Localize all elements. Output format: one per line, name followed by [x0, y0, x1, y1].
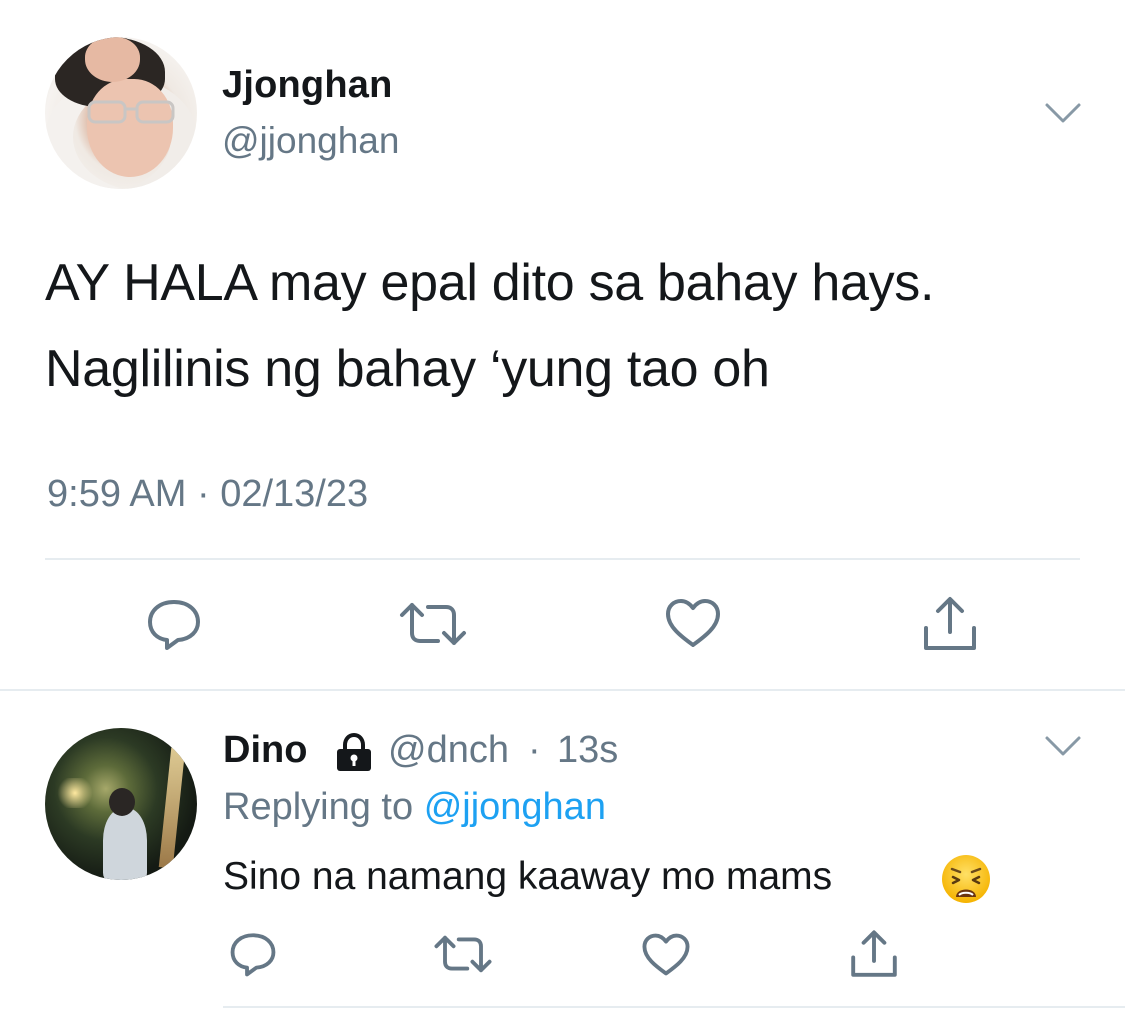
display-name[interactable]: Jjonghan [222, 64, 393, 107]
divider [223, 1006, 1125, 1008]
reply-icon[interactable] [145, 597, 203, 651]
tweet-time[interactable]: 13s [557, 729, 618, 772]
share-icon[interactable] [848, 928, 900, 980]
divider [0, 689, 1125, 691]
tweet-text-line: Naglilinis ng bahay ‘yung tao oh [45, 340, 770, 398]
separator-dot: · [528, 729, 541, 771]
replying-to-label: Replying to [223, 786, 414, 828]
user-handle[interactable]: @dnch [388, 729, 509, 772]
chevron-down-icon[interactable] [1043, 734, 1083, 758]
share-icon[interactable] [920, 594, 980, 654]
replying-to: Replying to @jjonghan [223, 786, 606, 829]
tweet-text: AY HALA may epal dito sa bahay hays. Nag… [45, 240, 1105, 412]
replying-to-link[interactable]: @jjonghan [424, 786, 606, 828]
tweet-text-line: AY HALA may epal dito sa bahay hays. [45, 254, 935, 312]
retweet-icon[interactable] [433, 934, 493, 974]
tweet-text: Sino na namang kaaway mo mams [223, 855, 833, 898]
reply-icon[interactable] [228, 931, 278, 977]
avatar[interactable] [45, 37, 197, 189]
user-handle[interactable]: @jjonghan [222, 120, 399, 162]
like-icon[interactable] [641, 932, 691, 977]
lock-icon [337, 733, 371, 771]
avatar[interactable] [45, 728, 197, 880]
chevron-down-icon[interactable] [1043, 101, 1083, 125]
like-icon[interactable] [664, 597, 722, 649]
weary-face-emoji [942, 855, 990, 903]
tweet-timestamp[interactable]: 9:59 AM · 02/13/23 [47, 473, 368, 516]
retweet-icon[interactable] [398, 601, 468, 647]
display-name[interactable]: Dino [223, 729, 307, 772]
divider [45, 558, 1080, 560]
